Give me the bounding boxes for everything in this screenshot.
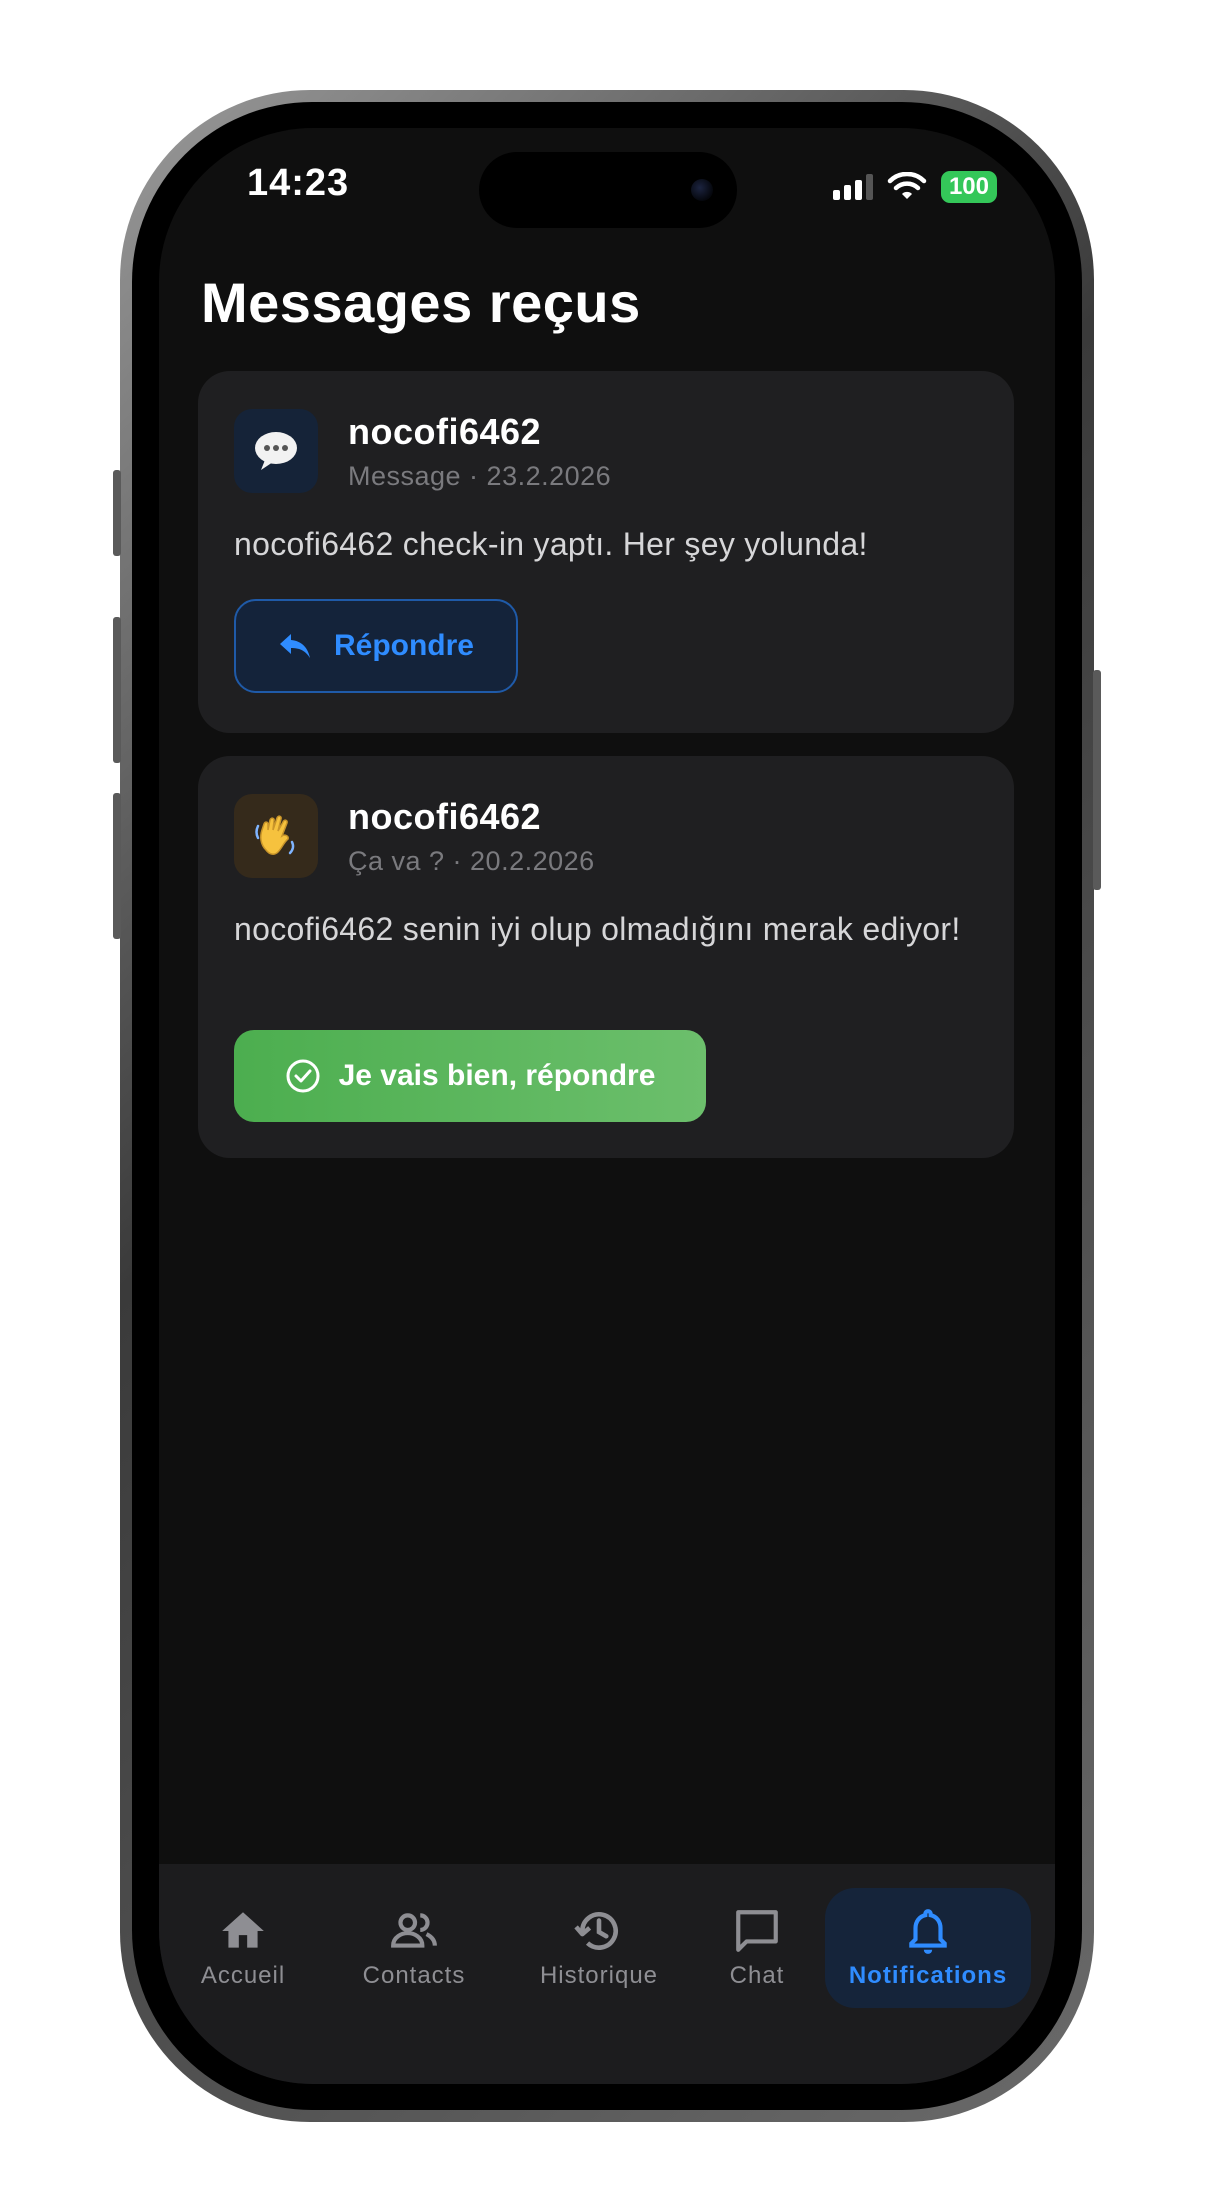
action-button xyxy=(113,470,121,556)
dynamic-island xyxy=(479,152,737,228)
status-indicators: 100 xyxy=(832,170,997,204)
tab-contacts[interactable]: Contacts xyxy=(339,1888,489,2008)
tab-label: Chat xyxy=(729,1962,785,1989)
message-card: nocofi6462 Message · 23.2.2026 nocofi646… xyxy=(198,371,1014,733)
battery-indicator: 100 xyxy=(940,171,997,203)
speech-bubble-icon xyxy=(234,409,318,493)
tab-label: Contacts xyxy=(362,1962,466,1989)
im-fine-reply-button[interactable]: Je vais bien, répondre xyxy=(234,1030,706,1122)
volume-down-button xyxy=(113,793,121,939)
message-card: nocofi6462 Ça va ? · 20.2.2026 nocofi646… xyxy=(198,756,1014,1158)
chat-icon xyxy=(736,1910,778,1952)
camera-icon xyxy=(691,179,713,201)
history-icon xyxy=(574,1912,618,1950)
status-time: 14:23 xyxy=(247,162,350,204)
check-circle-icon xyxy=(286,1059,320,1093)
sender-name: nocofi6462 xyxy=(348,796,542,837)
message-meta: Message · 23.2.2026 xyxy=(348,461,612,491)
power-button xyxy=(1093,670,1101,890)
message-meta: Ça va ? · 20.2.2026 xyxy=(348,846,595,876)
bottom-tab-bar: Accueil Contacts Historique Chat Notific… xyxy=(159,1864,1055,2084)
tab-notifications[interactable]: Notifications xyxy=(825,1888,1031,2008)
reply-arrow-icon xyxy=(279,634,310,658)
tab-label: Notifications xyxy=(848,1962,1008,1989)
reply-button-label: Répondre xyxy=(333,629,474,662)
sender-name: nocofi6462 xyxy=(348,411,542,452)
message-text: nocofi6462 check-in yaptı. Her şey yolun… xyxy=(234,526,868,562)
volume-up-button xyxy=(113,617,121,763)
tab-label: Accueil xyxy=(200,1962,286,1989)
wifi-icon xyxy=(887,172,927,199)
im-fine-button-label: Je vais bien, répondre xyxy=(338,1059,656,1092)
tab-label: Historique xyxy=(539,1962,659,1989)
reply-button[interactable]: Répondre xyxy=(234,599,518,693)
tab-historique[interactable]: Historique xyxy=(509,1888,689,2008)
tab-chat[interactable]: Chat xyxy=(707,1888,807,2008)
bell-icon xyxy=(909,1909,947,1954)
cellular-signal-icon xyxy=(832,174,873,200)
app-screen: 14:23 100 Messages reçus nocofi6462 Mess… xyxy=(159,128,1055,2084)
waving-hand-icon xyxy=(234,794,318,878)
tab-accueil[interactable]: Accueil xyxy=(179,1888,307,2008)
home-icon xyxy=(222,1912,264,1948)
contacts-icon xyxy=(391,1913,437,1948)
message-text: nocofi6462 senin iyi olup olmadığını mer… xyxy=(234,911,961,947)
page-title: Messages reçus xyxy=(201,271,641,334)
